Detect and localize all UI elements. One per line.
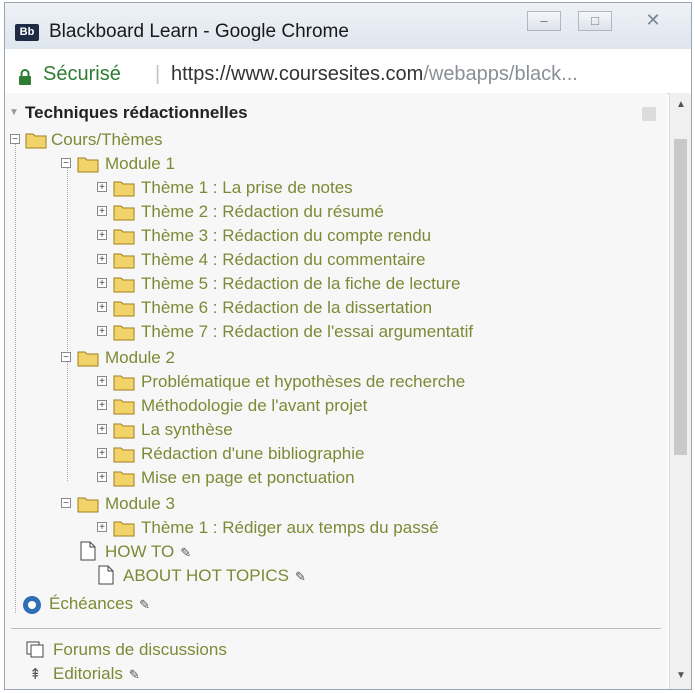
vertical-scrollbar[interactable]: ▲ ▼ [669,93,691,689]
expand-toggle-icon[interactable]: + [97,206,107,217]
tree-label[interactable]: Cours/Thèmes [51,129,162,151]
document-icon [80,541,96,561]
expand-toggle-icon[interactable]: + [97,254,107,265]
secure-label: Sécurisé [43,63,121,85]
folder-icon [77,351,99,367]
close-button[interactable]: ✕ [629,11,677,31]
expand-toggle-icon[interactable]: + [97,376,107,387]
collapse-toggle-icon[interactable]: − [61,158,71,169]
tree-guide-line [67,167,68,357]
scroll-thumb[interactable] [674,139,687,455]
folder-icon [113,229,135,245]
expand-toggle-icon[interactable]: + [97,424,107,435]
tree-label[interactable]: Module 3 [105,493,175,515]
panel-header: Techniques rédactionnelles [25,103,248,122]
title-bar: Bb Blackboard Learn - Google Chrome – □ … [5,3,691,50]
tree-guide-line [67,361,68,481]
tree-label[interactable]: HOW TO ✎ [105,541,191,564]
scroll-down-arrow-icon[interactable]: ▼ [676,670,686,681]
tree-label[interactable]: Thème 1 : Rédiger aux temps du passé [141,517,439,539]
expand-toggle-icon[interactable]: + [97,448,107,459]
tree-label[interactable]: Thème 7 : Rédaction de l'essai argumenta… [141,321,473,343]
folder-icon [77,497,99,513]
tree-label[interactable]: ABOUT HOT TOPICS ✎ [123,565,306,588]
tree-label[interactable]: Méthodologie de l'avant projet [141,395,367,417]
edit-icon[interactable]: ✎ [139,597,150,612]
tree-label[interactable]: Problématique et hypothèses de recherche [141,371,465,393]
tree-label[interactable]: Thème 3 : Rédaction du compte rendu [141,225,431,247]
edit-icon[interactable]: ✎ [180,545,191,560]
expand-toggle-icon[interactable]: + [97,230,107,241]
tree-label[interactable]: Thème 4 : Rédaction du commentaire [141,249,425,271]
edit-icon[interactable]: ✎ [295,569,306,584]
browser-window: Bb Blackboard Learn - Google Chrome – □ … [4,2,692,690]
collapse-toggle-icon[interactable]: − [61,352,71,363]
folder-icon [113,423,135,439]
how-to-text: HOW TO [105,542,175,561]
course-menu-panel: ▼ Techniques rédactionnelles − Cours/Thè… [5,93,667,689]
expand-toggle-icon[interactable]: + [97,182,107,193]
url-text[interactable]: https://www.coursesites.com/webapps/blac… [171,63,578,86]
folder-icon [25,133,47,149]
tree-label[interactable]: Editorials ✎ [53,663,140,686]
window-title: Blackboard Learn - Google Chrome [49,21,349,42]
folder-icon [113,471,135,487]
tree-label[interactable]: Thème 1 : La prise de notes [141,177,353,199]
pin-icon: ⇞ [29,666,42,683]
expand-toggle-icon[interactable]: + [97,522,107,533]
tree-label[interactable]: Thème 5 : Rédaction de la fiche de lectu… [141,273,460,295]
tree-label[interactable]: Module 1 [105,153,175,175]
tree-label[interactable]: Forums de discussions [53,639,227,661]
tree-label[interactable]: Rédaction d'une bibliographie [141,443,364,465]
collapse-toggle-icon[interactable]: − [61,498,71,509]
folder-icon [77,157,99,173]
panel-menu-icon[interactable] [642,107,656,121]
url-rest: /webapps/black... [423,63,578,85]
folder-icon [113,375,135,391]
expand-toggle-icon[interactable]: + [97,326,107,337]
tree-label[interactable]: Mise en page et ponctuation [141,467,355,489]
edit-icon[interactable]: ✎ [129,667,140,682]
scroll-up-arrow-icon[interactable]: ▲ [676,99,686,110]
folder-icon [113,253,135,269]
expand-toggle-icon[interactable]: + [97,302,107,313]
url-main: https://www.coursesites.com [171,63,424,85]
calendar-tool-icon [23,596,41,614]
maximize-button[interactable]: □ [578,11,612,31]
tree-label[interactable]: Échéances ✎ [49,593,150,616]
folder-icon [113,521,135,537]
minimize-button[interactable]: – [527,11,561,31]
section-divider [11,628,661,629]
tree-label[interactable]: Module 2 [105,347,175,369]
folder-icon [113,447,135,463]
tree-label[interactable]: Thème 2 : Rédaction du résumé [141,201,384,223]
tree-label[interactable]: Thème 6 : Rédaction de la dissertation [141,297,432,319]
forum-icon [26,641,44,658]
blackboard-app-icon: Bb [15,24,39,41]
folder-icon [113,181,135,197]
tree-label[interactable]: La synthèse [141,419,233,441]
expand-toggle-icon[interactable]: + [97,278,107,289]
collapse-toggle-icon[interactable]: − [10,134,20,145]
tree-guide-line [15,143,16,613]
folder-icon [113,325,135,341]
editorials-text: Editorials [53,664,123,683]
about-text: ABOUT HOT TOPICS [123,566,289,585]
expand-toggle-icon[interactable]: + [97,400,107,411]
url-separator: | [155,63,161,85]
folder-icon [113,205,135,221]
folder-icon [113,301,135,317]
echeances-text: Échéances [49,594,134,613]
folder-icon [113,399,135,415]
folder-icon [113,277,135,293]
document-icon [98,565,114,585]
lock-icon [19,69,31,85]
collapse-caret-icon[interactable]: ▼ [9,107,19,118]
expand-toggle-icon[interactable]: + [97,472,107,483]
